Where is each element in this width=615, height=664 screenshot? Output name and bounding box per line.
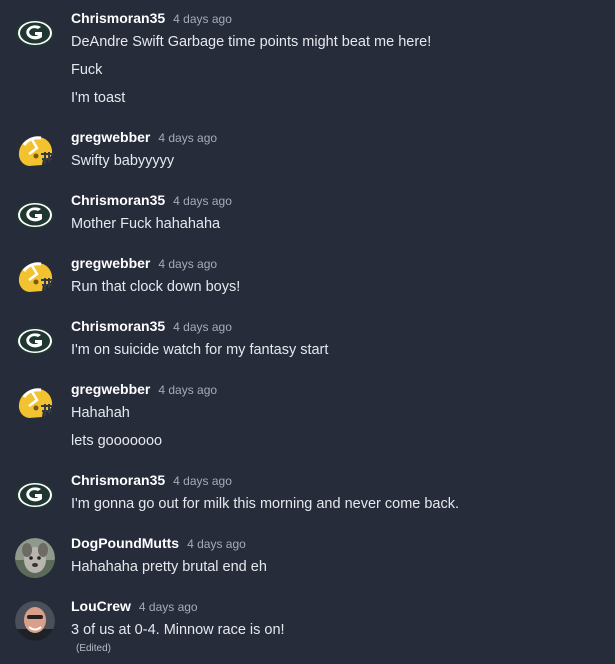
- message-header: Chrismoran35 4 days ago: [71, 471, 232, 489]
- message-text: Fuck: [71, 62, 103, 78]
- message-header: Chrismoran35 4 days ago: [71, 9, 232, 27]
- packers-logo-icon[interactable]: [15, 321, 55, 361]
- username[interactable]: Chrismoran35: [71, 192, 165, 208]
- timestamp: 4 days ago: [138, 600, 198, 614]
- message-text: Mother Fuck hahahaha: [71, 216, 221, 232]
- dog-photo-avatar[interactable]: [15, 538, 55, 578]
- message-header: DogPoundMutts 4 days ago: [71, 534, 246, 552]
- message-text: I'm toast: [71, 90, 126, 106]
- packers-logo-icon[interactable]: [15, 13, 55, 53]
- message-header: gregwebber 4 days ago: [71, 254, 217, 272]
- person-photo-avatar[interactable]: [15, 601, 55, 641]
- message-text: 3 of us at 0-4. Minnow race is on!: [71, 622, 285, 638]
- timestamp: 4 days ago: [173, 12, 232, 26]
- message-text: Hahahah: [71, 405, 130, 421]
- username[interactable]: Chrismoran35: [71, 10, 165, 26]
- timestamp: 4 days ago: [173, 194, 232, 208]
- username[interactable]: gregwebber: [71, 381, 150, 397]
- football-helmet-icon[interactable]: [15, 384, 55, 424]
- message-header: Chrismoran35 4 days ago: [71, 191, 232, 209]
- message-text: I'm on suicide watch for my fantasy star…: [71, 342, 329, 358]
- message-text: I'm gonna go out for milk this morning a…: [71, 496, 460, 512]
- packers-logo-icon[interactable]: [15, 475, 55, 515]
- username[interactable]: gregwebber: [71, 129, 150, 145]
- message-text: lets gooooooo: [71, 433, 163, 449]
- message-feed: Chrismoran35 4 days ago DeAndre Swift Gar…: [0, 0, 615, 664]
- message-header: gregwebber 4 days ago: [71, 380, 217, 398]
- username[interactable]: gregwebber: [71, 255, 150, 271]
- message-header: Chrismoran35 4 days ago: [71, 317, 232, 335]
- message-header: gregwebber 4 days ago: [71, 128, 217, 146]
- edited-indicator: (Edited): [76, 643, 112, 654]
- username[interactable]: LouCrew: [71, 598, 131, 614]
- message-text: DeAndre Swift Garbage time points might …: [71, 34, 432, 50]
- timestamp: 4 days ago: [173, 320, 232, 334]
- username[interactable]: Chrismoran35: [71, 318, 165, 334]
- timestamp: 4 days ago: [173, 474, 232, 488]
- football-helmet-icon[interactable]: [15, 132, 55, 172]
- timestamp: 4 days ago: [158, 257, 218, 271]
- message-text: Swifty babyyyyy: [71, 153, 175, 169]
- message-text: Hahahaha pretty brutal end eh: [71, 559, 267, 575]
- timestamp: 4 days ago: [158, 131, 218, 145]
- username[interactable]: Chrismoran35: [71, 472, 165, 488]
- username[interactable]: DogPoundMutts: [71, 535, 179, 551]
- message-header: LouCrew 4 days ago: [71, 597, 198, 615]
- timestamp: 4 days ago: [187, 537, 246, 551]
- football-helmet-icon[interactable]: [15, 258, 55, 298]
- timestamp: 4 days ago: [158, 383, 218, 397]
- message-text: Run that clock down boys!: [71, 279, 241, 295]
- packers-logo-icon[interactable]: [15, 195, 55, 235]
